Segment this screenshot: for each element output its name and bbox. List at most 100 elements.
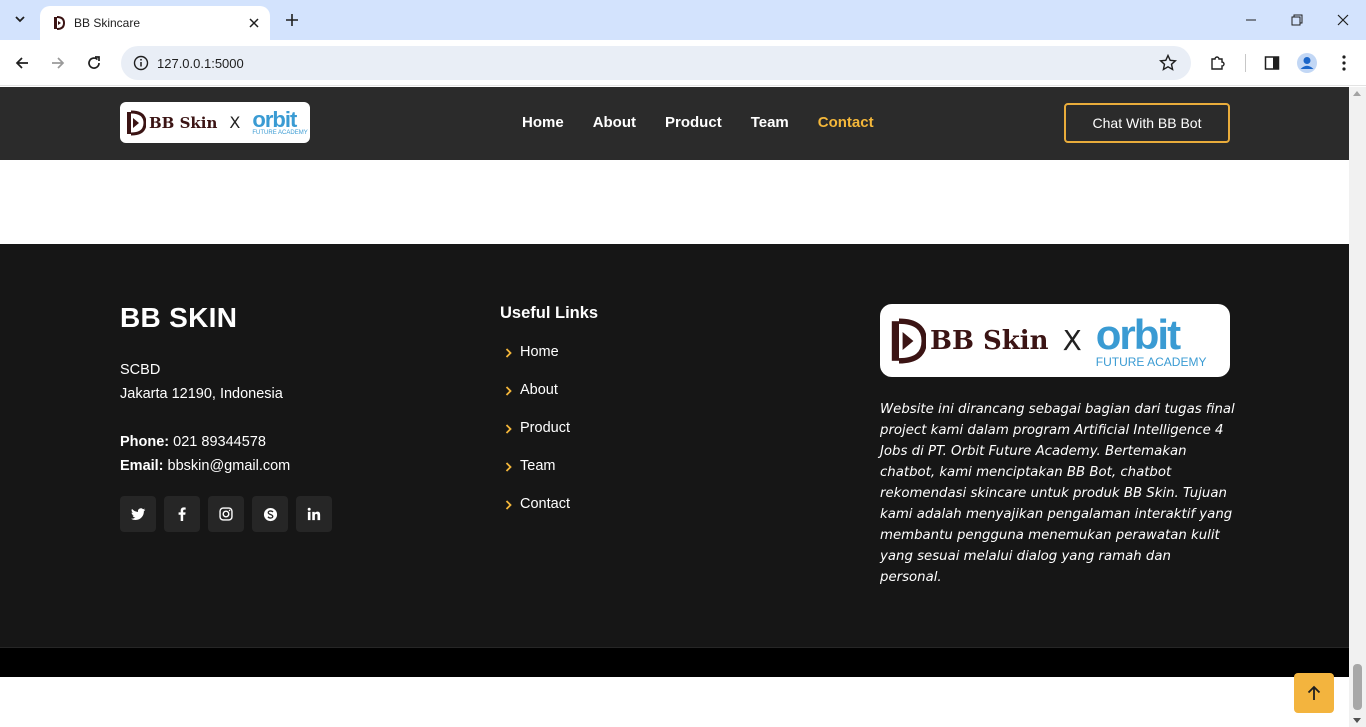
profile-button[interactable] [1293, 49, 1321, 77]
tab-title: BB Skincare [74, 16, 141, 30]
footer-description: Website ini dirancang sebagai bagian dar… [880, 402, 1235, 585]
puzzle-icon [1211, 56, 1225, 70]
address-bar[interactable]: 127.0.0.1:5000 [121, 46, 1191, 80]
avatar-icon [1297, 53, 1317, 73]
nav-team[interactable]: Team [751, 114, 789, 131]
arrow-up-icon [1307, 685, 1321, 700]
browser-tab[interactable]: BB Skincare [40, 6, 270, 40]
orbit-logo-subtext: FUTURE ACADEMY [1095, 354, 1207, 369]
footer-contact: Phone: 021 89344578 Email: bbskin@gmail.… [120, 430, 290, 478]
restore-icon [1291, 14, 1303, 26]
orbit-logo: orbit FUTURE ACADEMY [1095, 310, 1207, 369]
logo-bb-text: BB Skin [930, 325, 1049, 356]
footer-link-home[interactable]: Home [505, 344, 570, 382]
site-info-icon[interactable] [131, 53, 151, 73]
site-header: BB Skin X orbit FUTURE ACADEMY Home Abou… [0, 87, 1349, 160]
facebook-icon [178, 507, 186, 521]
orbit-logo-text: orbit [252, 107, 297, 132]
social-links [120, 496, 332, 532]
back-to-top-button[interactable] [1294, 673, 1334, 713]
logo-x: X [229, 113, 241, 132]
extensions-button[interactable] [1204, 49, 1232, 77]
close-tab-icon[interactable] [244, 13, 264, 33]
orbit-logo-text: orbit [1095, 310, 1181, 358]
side-panel-icon [1264, 56, 1280, 70]
nav-contact[interactable]: Contact [818, 114, 874, 131]
facebook-link[interactable] [164, 496, 200, 532]
scroll-up-arrow[interactable] [1353, 91, 1361, 96]
footer-link-product[interactable]: Product [505, 420, 570, 458]
footer-link-about[interactable]: About [505, 382, 570, 420]
restore-button[interactable] [1274, 0, 1320, 40]
nav-about[interactable]: About [593, 114, 636, 131]
phone-line: Phone: 021 89344578 [120, 430, 290, 454]
footer-logo: BB Skin X orbit FUTURE ACADEMY [880, 304, 1230, 377]
orbit-logo: orbit FUTURE ACADEMY [252, 107, 307, 137]
nav-home[interactable]: Home [522, 114, 564, 131]
linkedin-icon [307, 507, 321, 521]
site-logo[interactable]: BB Skin X orbit FUTURE ACADEMY [120, 102, 310, 143]
arrow-right-icon [52, 57, 65, 69]
minimize-icon [1246, 19, 1256, 21]
useful-links-title: Useful Links [500, 304, 599, 322]
footer-bottom-bar [0, 647, 1349, 677]
footer-address: SCBD Jakarta 12190, Indonesia [120, 358, 283, 406]
logo-x: X [1062, 324, 1082, 357]
chevron-right-icon [505, 384, 515, 398]
browser-tab-bar: BB Skincare [0, 0, 1366, 40]
footer-brand: BB SKIN [120, 302, 238, 333]
chat-with-bot-button[interactable]: Chat With BB Bot [1064, 103, 1230, 143]
close-icon [1337, 14, 1349, 26]
chevron-right-icon [505, 346, 515, 360]
address-line-1: SCBD [120, 362, 161, 378]
browser-menu-button[interactable] [1330, 49, 1358, 77]
site-footer: BB SKIN SCBD Jakarta 12190, Indonesia Ph… [0, 244, 1349, 647]
chevron-right-icon [505, 460, 515, 474]
reload-icon [88, 56, 100, 69]
skype-link[interactable] [252, 496, 288, 532]
logo-bb-text: BB Skin [149, 113, 218, 132]
phone-label: Phone: [120, 434, 170, 450]
bb-favicon-icon [52, 16, 66, 30]
email-value: bbskin@gmail.com [167, 458, 291, 474]
scrollbar-thumb[interactable] [1353, 664, 1362, 710]
footer-link-label[interactable]: Team [520, 458, 555, 474]
footer-link-label[interactable]: Product [520, 420, 570, 436]
new-tab-button[interactable] [278, 7, 306, 33]
email-label: Email: [120, 458, 164, 474]
bb-logo-icon [127, 110, 146, 135]
side-panel-button[interactable] [1258, 49, 1286, 77]
useful-links-list: Home About Product Team Contact [505, 344, 570, 534]
close-window-button[interactable] [1320, 0, 1366, 40]
scroll-down-arrow[interactable] [1353, 718, 1361, 723]
back-button[interactable] [8, 49, 36, 77]
footer-link-label[interactable]: Contact [520, 496, 570, 512]
chevron-right-icon [505, 422, 515, 436]
nav-product[interactable]: Product [665, 114, 722, 131]
footer-link-label[interactable]: Home [520, 344, 559, 360]
minimize-button[interactable] [1228, 0, 1274, 40]
main-nav: Home About Product Team Contact [522, 114, 903, 131]
address-line-2: Jakarta 12190, Indonesia [120, 386, 283, 402]
bookmark-star-icon[interactable] [1157, 52, 1179, 74]
tab-search-button[interactable] [8, 7, 32, 31]
instagram-link[interactable] [208, 496, 244, 532]
footer-link-label[interactable]: About [520, 382, 558, 398]
bb-logo-icon [891, 318, 926, 363]
footer-link-contact[interactable]: Contact [505, 496, 570, 534]
more-vertical-icon [1342, 55, 1346, 71]
footer-link-team[interactable]: Team [505, 458, 570, 496]
email-line: Email: bbskin@gmail.com [120, 454, 290, 478]
page-viewport: BB Skin X orbit FUTURE ACADEMY Home Abou… [0, 87, 1349, 727]
reload-button[interactable] [80, 49, 108, 77]
forward-button[interactable] [44, 49, 72, 77]
page-scrollbar[interactable] [1349, 87, 1366, 727]
arrow-left-icon [15, 57, 28, 69]
browser-toolbar: 127.0.0.1:5000 [0, 40, 1366, 86]
twitter-link[interactable] [120, 496, 156, 532]
instagram-icon [219, 507, 233, 521]
url-text[interactable]: 127.0.0.1:5000 [157, 56, 1157, 71]
plus-icon [286, 14, 298, 26]
skype-icon [263, 507, 277, 521]
linkedin-link[interactable] [296, 496, 332, 532]
